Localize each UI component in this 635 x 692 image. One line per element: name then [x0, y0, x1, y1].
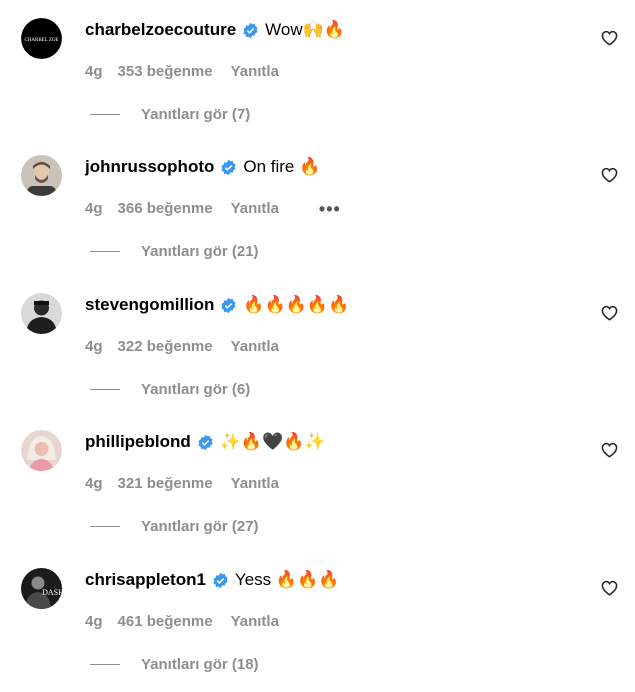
- replies-divider: [90, 664, 120, 665]
- view-replies-button[interactable]: Yanıtları gör (27): [90, 518, 259, 535]
- avatar[interactable]: [21, 155, 62, 196]
- heart-outline-icon[interactable]: [601, 30, 618, 46]
- view-replies-label: Yanıtları gör (18): [141, 656, 259, 673]
- view-replies-label: Yanıtları gör (21): [141, 243, 259, 260]
- heart-outline-icon[interactable]: [601, 580, 618, 596]
- comment-item: CHARBEL ZOE charbelzoecouture Wow🙌🔥 4g 3…: [0, 0, 635, 137]
- verified-badge-icon: [221, 297, 237, 313]
- timestamp[interactable]: 4g: [85, 338, 103, 355]
- heart-outline-icon[interactable]: [601, 167, 618, 183]
- reply-button[interactable]: Yanıtla: [231, 475, 279, 492]
- comment-text: 🔥🔥🔥🔥🔥: [243, 295, 350, 314]
- comment-item: johnrussophoto On fire 🔥 4g 366 beğenme …: [0, 137, 635, 274]
- view-replies-label: Yanıtları gör (6): [141, 381, 251, 398]
- replies-divider: [90, 389, 120, 390]
- comment-text: ✨🔥🖤🔥✨: [219, 432, 326, 451]
- likes-count[interactable]: 353 beğenme: [118, 63, 213, 80]
- username[interactable]: johnrussophoto: [85, 156, 214, 178]
- likes-count[interactable]: 321 beğenme: [118, 475, 213, 492]
- more-options-icon[interactable]: •••: [319, 200, 341, 218]
- comment-item: stevengomillion 🔥🔥🔥🔥🔥 4g 322 beğenme Yan…: [0, 275, 635, 412]
- comment-text: On fire 🔥: [243, 157, 321, 176]
- verified-badge-icon: [198, 434, 213, 450]
- timestamp[interactable]: 4g: [85, 63, 103, 80]
- username[interactable]: phillipeblond: [85, 431, 191, 453]
- view-replies-button[interactable]: Yanıtları gör (21): [90, 243, 259, 260]
- timestamp[interactable]: 4g: [85, 475, 103, 492]
- heart-outline-icon[interactable]: [601, 305, 618, 321]
- avatar[interactable]: CHARBEL ZOE: [21, 18, 62, 59]
- likes-count[interactable]: 322 beğenme: [118, 338, 213, 355]
- heart-outline-icon[interactable]: [601, 442, 618, 458]
- verified-badge-icon: [243, 22, 258, 38]
- username[interactable]: chrisappleton1: [85, 569, 206, 591]
- view-replies-label: Yanıtları gör (27): [141, 518, 259, 535]
- comment-text: Yess 🔥🔥🔥: [234, 570, 340, 589]
- likes-count[interactable]: 366 beğenme: [118, 200, 213, 217]
- reply-button[interactable]: Yanıtla: [231, 63, 279, 80]
- replies-divider: [90, 114, 120, 115]
- avatar[interactable]: [21, 430, 62, 471]
- avatar-logo-text: DASH: [42, 588, 62, 597]
- username[interactable]: stevengomillion: [85, 294, 214, 316]
- username[interactable]: charbelzoecouture: [85, 19, 236, 41]
- view-replies-button[interactable]: Yanıtları gör (6): [90, 381, 250, 398]
- comment-item: DASH chrisappleton1 Yess 🔥🔥🔥 4g 461 beğe…: [0, 550, 635, 687]
- timestamp[interactable]: 4g: [85, 613, 103, 630]
- view-replies-label: Yanıtları gör (7): [141, 106, 251, 123]
- replies-divider: [90, 526, 120, 527]
- reply-button[interactable]: Yanıtla: [231, 613, 279, 630]
- view-replies-button[interactable]: Yanıtları gör (18): [90, 656, 259, 673]
- comment-text: Wow🙌🔥: [265, 20, 345, 39]
- verified-badge-icon: [213, 572, 228, 588]
- view-replies-button[interactable]: Yanıtları gör (7): [90, 106, 250, 123]
- avatar[interactable]: DASH: [21, 568, 62, 609]
- avatar[interactable]: [21, 293, 62, 334]
- likes-count[interactable]: 461 beğenme: [118, 613, 213, 630]
- comment-item: phillipeblond ✨🔥🖤🔥✨ 4g 321 beğenme Yanıt…: [0, 412, 635, 549]
- avatar-logo-text: CHARBEL ZOE: [24, 38, 58, 43]
- timestamp[interactable]: 4g: [85, 200, 103, 217]
- verified-badge-icon: [221, 159, 236, 175]
- replies-divider: [90, 251, 120, 252]
- reply-button[interactable]: Yanıtla: [231, 200, 279, 217]
- reply-button[interactable]: Yanıtla: [231, 338, 279, 355]
